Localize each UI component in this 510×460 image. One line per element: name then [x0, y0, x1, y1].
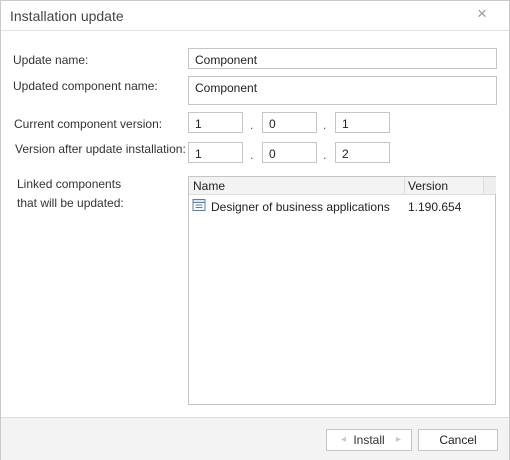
linked-components-label: Linked components: [17, 177, 122, 191]
chevron-left-icon: ◂: [341, 434, 347, 445]
table-row[interactable]: Designer of business applications 1.190.…: [189, 195, 495, 217]
dialog-title: Installation update: [10, 8, 124, 24]
cancel-button[interactable]: Cancel: [418, 429, 498, 451]
row-component-name: Designer of business applications: [211, 200, 390, 214]
row-component-version: 1.190.654: [408, 200, 462, 214]
update-name-field[interactable]: Component: [188, 48, 497, 69]
install-button[interactable]: ◂ Install ▸: [326, 429, 412, 451]
grid-header: Name Version: [189, 177, 496, 195]
column-header-name[interactable]: Name: [193, 179, 225, 193]
current-version-patch[interactable]: 1: [335, 112, 390, 133]
current-version-label: Current component version:: [14, 117, 163, 131]
update-name-label: Update name:: [13, 53, 89, 67]
grid-scrollbar-corner: [483, 177, 496, 194]
linked-components-grid[interactable]: Name Version Designer of business applic…: [188, 176, 496, 405]
close-icon[interactable]: ×: [473, 5, 491, 23]
new-version-label: Version after update installation:: [15, 142, 186, 156]
linked-components-label-line2: that will be updated:: [17, 196, 124, 210]
version-separator: .: [323, 118, 327, 132]
dialog-footer: ◂ Install ▸ Cancel: [1, 417, 509, 460]
updated-component-field[interactable]: Component: [188, 76, 497, 105]
version-separator: .: [250, 148, 254, 162]
new-version-minor[interactable]: 0: [262, 142, 317, 163]
version-separator: .: [323, 148, 327, 162]
updated-component-label: Updated component name:: [13, 79, 158, 93]
new-version-patch[interactable]: 2: [335, 142, 390, 163]
installation-update-dialog: Installation update × Update name: Compo…: [0, 0, 510, 460]
title-divider: [1, 30, 509, 31]
column-divider: [404, 177, 405, 194]
current-version-major[interactable]: 1: [188, 112, 243, 133]
column-header-version[interactable]: Version: [408, 179, 448, 193]
new-version-major[interactable]: 1: [188, 142, 243, 163]
version-separator: .: [250, 118, 254, 132]
component-package-icon: [192, 199, 206, 211]
install-button-label: Install: [353, 433, 385, 447]
chevron-right-icon: ▸: [395, 434, 401, 445]
current-version-minor[interactable]: 0: [262, 112, 317, 133]
